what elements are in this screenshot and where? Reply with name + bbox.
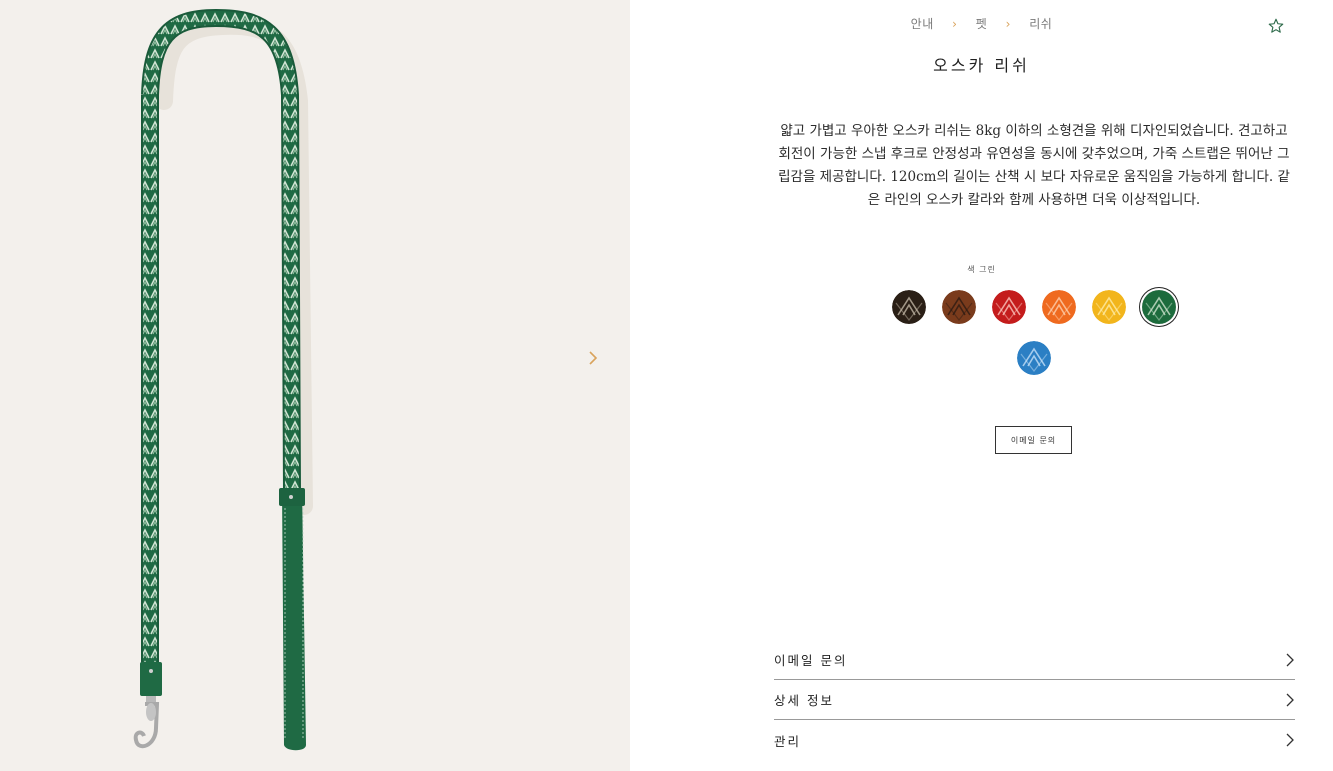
breadcrumb-item-guide[interactable]: 안내 bbox=[911, 17, 934, 31]
goyard-pattern-icon bbox=[1042, 290, 1076, 324]
goyard-pattern-icon bbox=[1142, 290, 1176, 324]
color-swatch[interactable] bbox=[1042, 290, 1076, 324]
email-inquiry-button[interactable]: 이메일 문의 bbox=[995, 426, 1072, 454]
product-title: 오스카 리쉬 bbox=[933, 56, 1030, 75]
favorite-button[interactable] bbox=[1267, 17, 1287, 37]
accordion-label: 이메일 문의 bbox=[774, 653, 848, 668]
color-swatch[interactable] bbox=[992, 290, 1026, 324]
chevron-right-icon bbox=[1286, 653, 1294, 666]
product-info-panel: 안내 › 펫 › 리쉬 오스카 리쉬 얇고 가볍고 우아한 오스카 리쉬는 8k… bbox=[630, 0, 1333, 771]
breadcrumb-separator-icon: › bbox=[1005, 17, 1011, 31]
color-label: 색 그린 bbox=[967, 265, 996, 274]
chevron-right-icon bbox=[1286, 733, 1294, 747]
breadcrumb-item-pet[interactable]: 펫 bbox=[976, 17, 988, 31]
color-swatch[interactable] bbox=[1092, 290, 1126, 324]
breadcrumb-item-leash[interactable]: 리쉬 bbox=[1029, 17, 1052, 31]
star-icon bbox=[1268, 18, 1284, 33]
product-description: 얇고 가볍고 우아한 오스카 리쉬는 8kg 이하의 소형견을 위해 디자인되었… bbox=[778, 123, 1290, 208]
gallery-next-button[interactable] bbox=[582, 343, 604, 373]
color-swatch[interactable] bbox=[1142, 290, 1176, 324]
breadcrumb: 안내 › 펫 › 리쉬 bbox=[630, 15, 1333, 32]
goyard-pattern-icon bbox=[942, 290, 976, 324]
color-swatch[interactable] bbox=[1017, 341, 1051, 375]
accordion-care[interactable]: 관리 bbox=[774, 720, 1295, 760]
product-image bbox=[133, 8, 313, 751]
breadcrumb-separator-icon: › bbox=[952, 17, 958, 31]
color-swatch[interactable] bbox=[892, 290, 926, 324]
accordion-email-inquiry[interactable]: 이메일 문의 bbox=[774, 640, 1295, 680]
color-swatch[interactable] bbox=[942, 290, 976, 324]
accordion-details[interactable]: 상세 정보 bbox=[774, 680, 1295, 720]
accordion: 이메일 문의 상세 정보 관리 bbox=[774, 640, 1295, 760]
chevron-right-icon bbox=[589, 351, 598, 365]
chevron-right-icon bbox=[1286, 693, 1294, 706]
goyard-pattern-icon bbox=[892, 290, 926, 324]
accordion-label: 상세 정보 bbox=[774, 693, 834, 708]
goyard-pattern-icon bbox=[1017, 341, 1051, 375]
accordion-label: 관리 bbox=[774, 733, 802, 749]
product-image-panel bbox=[0, 0, 630, 771]
goyard-pattern-icon bbox=[1092, 290, 1126, 324]
goyard-pattern-icon bbox=[992, 290, 1026, 324]
